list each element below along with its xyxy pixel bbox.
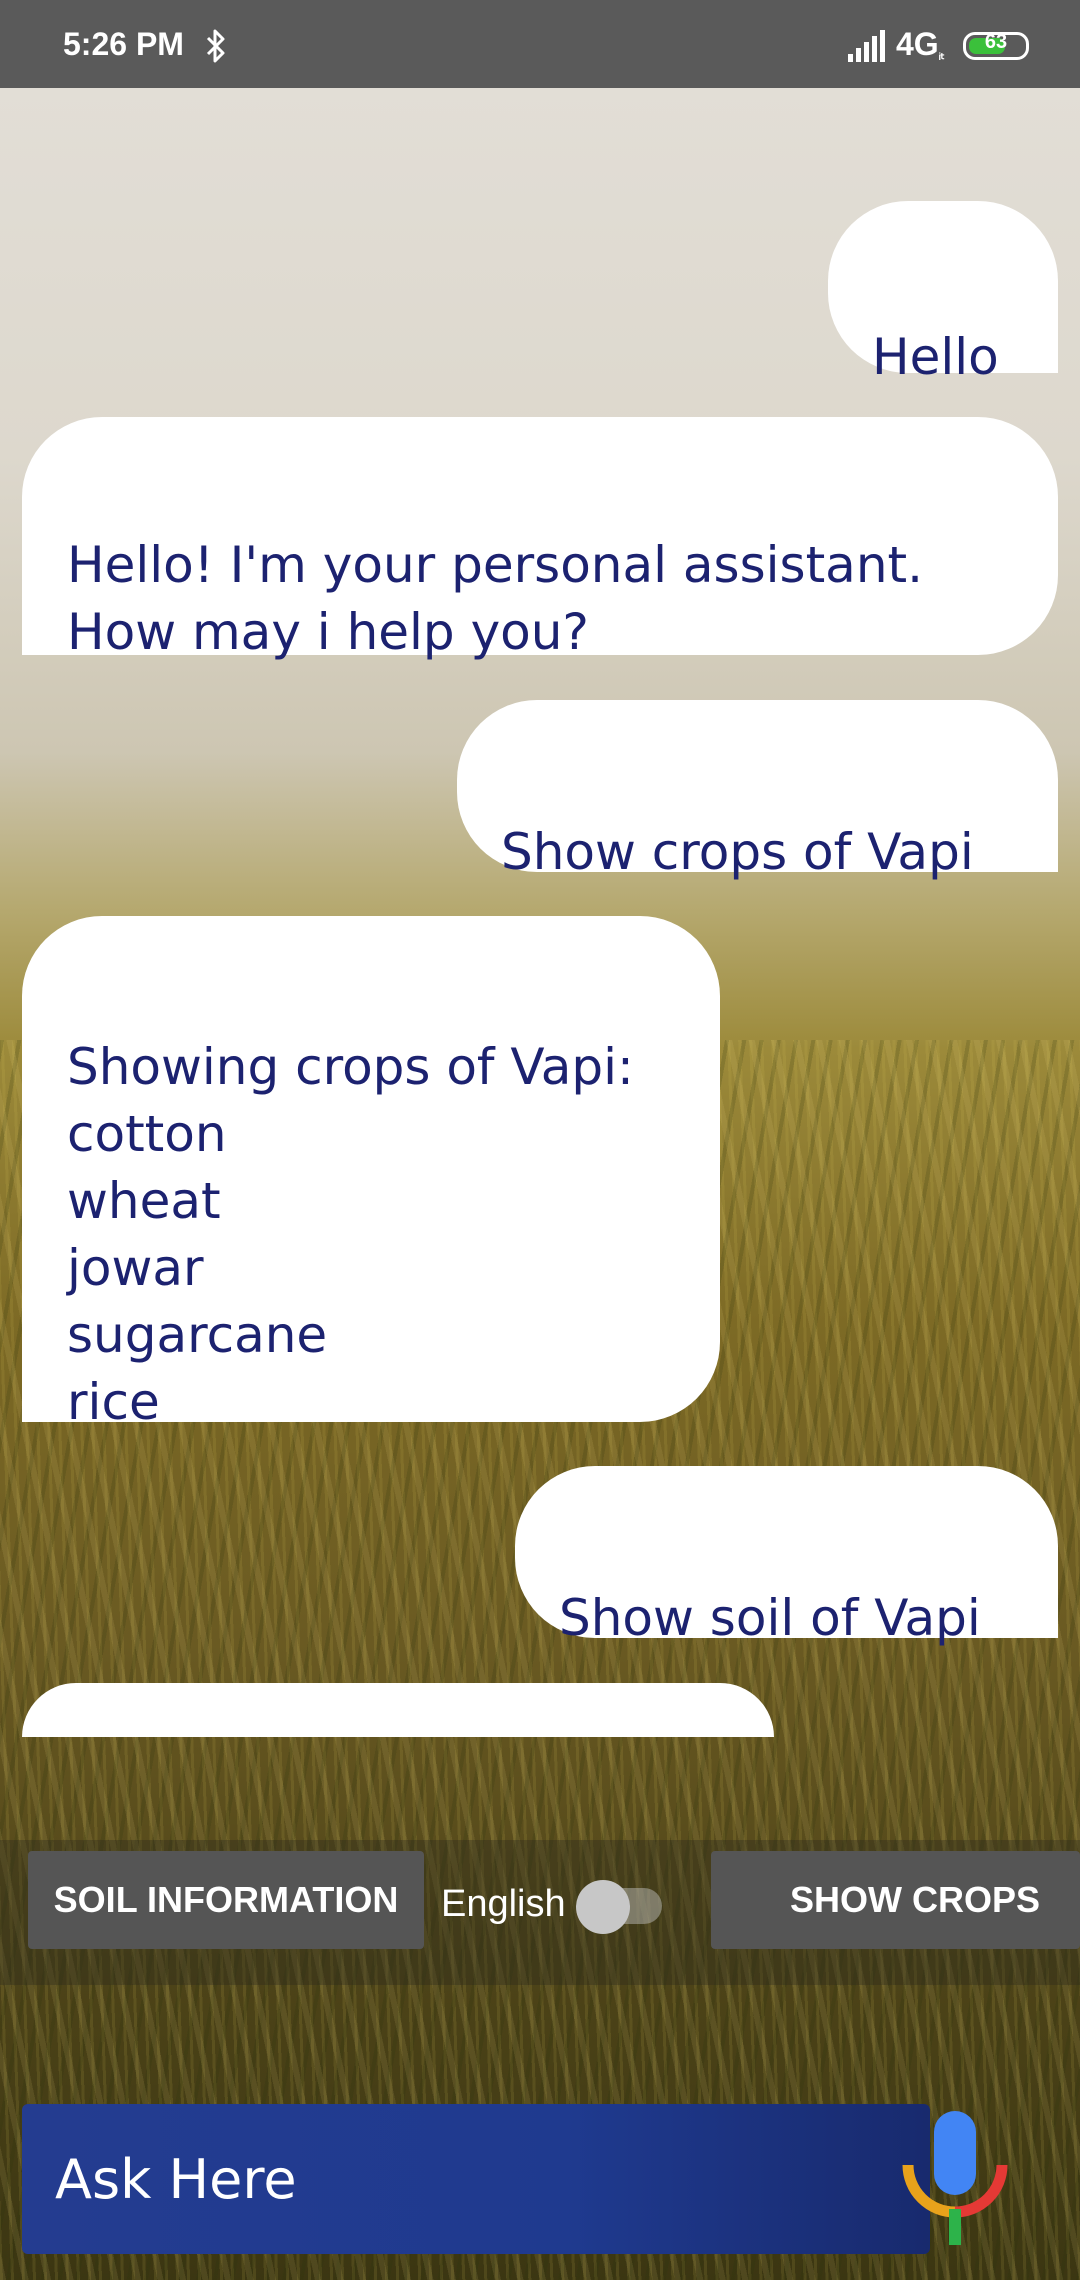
message-text: Show crops of Vapi <box>501 823 974 881</box>
battery-icon: 63 <box>963 31 1029 60</box>
message-text: Show soil of Vapi <box>559 1589 981 1647</box>
message-text: Hello! I'm your personal assistant. How … <box>67 536 924 661</box>
message-text: Showing crops of Vapi: cotton wheat jowa… <box>67 1038 634 1431</box>
message-text: Hello <box>872 328 999 386</box>
signal-icon <box>848 30 885 62</box>
chat-screen: 5:26 PM 4Gᵢₜ 63 Hello Hello! I'm your pe… <box>0 0 1080 2280</box>
language-toggle-thumb[interactable] <box>576 1880 630 1934</box>
network-type: 4Gᵢₜ <box>896 26 945 63</box>
show-crops-button[interactable]: SHOW CROPS <box>711 1851 1080 1949</box>
show-crops-label: SHOW CROPS <box>789 1879 1040 1920</box>
mic-icon[interactable] <box>900 2105 1010 2245</box>
bot-message-bubble-partial <box>22 1683 774 1737</box>
battery-level: 63 <box>984 31 1008 53</box>
bot-message-bubble: Showing crops of Vapi: cotton wheat jowa… <box>22 916 720 1431</box>
soil-information-label: SOIL INFORMATION <box>53 1879 399 1920</box>
ask-placeholder: Ask Here <box>55 2147 297 2211</box>
network-sub-label: ᵢₜ <box>938 46 945 62</box>
user-message-bubble: Show crops of Vapi <box>457 700 1058 881</box>
ask-input[interactable]: Ask Here <box>22 2104 930 2254</box>
status-time: 5:26 PM <box>63 26 184 62</box>
user-message-bubble: Show soil of Vapi <box>515 1466 1058 1647</box>
status-bar: 5:26 PM 4Gᵢₜ 63 <box>0 0 1080 88</box>
network-label: 4G <box>896 26 939 62</box>
bluetooth-icon <box>206 29 225 63</box>
language-label: English <box>441 1883 566 1925</box>
bot-message-bubble: Hello! I'm your personal assistant. How … <box>22 417 1058 661</box>
user-message-bubble: Hello <box>828 201 1058 386</box>
soil-information-button[interactable]: SOIL INFORMATION <box>28 1851 424 1949</box>
